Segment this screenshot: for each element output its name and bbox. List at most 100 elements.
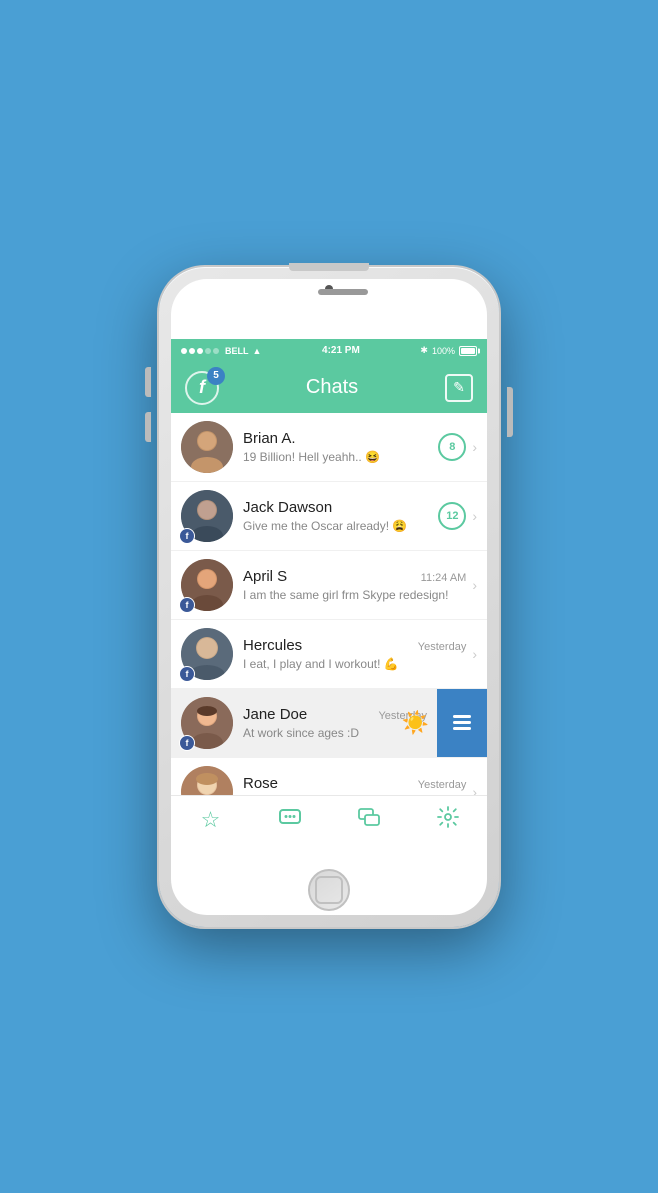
unread-badge-jack: 12 xyxy=(438,502,466,530)
chat-top-jack: Jack Dawson xyxy=(243,499,432,516)
chat-item-brian[interactable]: Brian A. 19 Billion! Hell yeahh.. 😆 8 › xyxy=(171,413,487,482)
sun-emoji-jane: ☀️ xyxy=(402,710,429,736)
avatar-rose xyxy=(181,766,233,795)
chevron-icon-april: › xyxy=(472,577,477,593)
chevron-icon-brian: › xyxy=(472,439,477,455)
app-title: Chats xyxy=(306,376,358,399)
avatar-wrap-april: f xyxy=(181,559,233,611)
notification-badge: 5 xyxy=(207,367,225,385)
chat-item-jack[interactable]: f Jack Dawson Give me the Oscar already!… xyxy=(171,482,487,551)
chat-icon xyxy=(279,809,301,832)
swipe-action-jane[interactable] xyxy=(437,689,487,757)
swipe-bar-1 xyxy=(453,715,471,718)
nav-item-chat[interactable] xyxy=(250,796,329,845)
chat-content-jack: Jack Dawson Give me the Oscar already! 😩 xyxy=(243,499,432,533)
avatar-svg-brian xyxy=(181,421,233,473)
chat-preview-april: I am the same girl frm Skype redesign! xyxy=(243,588,466,602)
chat-preview-brian: 19 Billion! Hell yeahh.. 😆 xyxy=(243,450,432,464)
wifi-icon: ▲ xyxy=(253,346,262,356)
chat-top-brian: Brian A. xyxy=(243,430,432,447)
facebook-icon[interactable]: f 5 xyxy=(185,371,219,405)
fb-badge-hercules: f xyxy=(179,666,195,682)
chat-name-hercules: Hercules xyxy=(243,637,302,654)
chat-content-april: April S 11:24 AM I am the same girl frm … xyxy=(243,568,466,602)
avatar-wrap-jane: f xyxy=(181,697,233,749)
volume-up-button[interactable] xyxy=(145,367,151,397)
chevron-icon-rose: › xyxy=(472,784,477,795)
fb-badge-jack: f xyxy=(179,528,195,544)
swipe-bar-2 xyxy=(453,721,471,724)
chat-item-april[interactable]: f April S 11:24 AM I am the same girl fr… xyxy=(171,551,487,620)
chat-top-jane: Jane Doe Yesterday xyxy=(243,706,427,723)
chat-content-rose: Rose Yesterday Jack, Come back!!! 💔 📺 xyxy=(243,775,466,795)
chat-time-hercules: Yesterday xyxy=(418,641,467,653)
avatar-wrap-jack: f xyxy=(181,490,233,542)
battery-percent: 100% xyxy=(432,346,455,356)
chat-name-jane: Jane Doe xyxy=(243,706,307,723)
chevron-icon-jack: › xyxy=(472,508,477,524)
chat-top-hercules: Hercules Yesterday xyxy=(243,637,466,654)
chat-item-hercules[interactable]: f Hercules Yesterday I eat, I play and I… xyxy=(171,620,487,689)
chat-content-hercules: Hercules Yesterday I eat, I play and I w… xyxy=(243,637,466,671)
signal-dot-3 xyxy=(197,348,203,354)
signal-icon xyxy=(181,348,219,354)
chat-top-rose: Rose Yesterday xyxy=(243,775,466,792)
settings-icon xyxy=(437,806,459,834)
chat-name-april: April S xyxy=(243,568,287,585)
compose-icon-glyph: ✎ xyxy=(453,379,465,396)
nav-item-settings[interactable] xyxy=(408,796,487,845)
fb-badge-april: f xyxy=(179,597,195,613)
chat-right-rose: › xyxy=(472,784,477,795)
avatar-wrap-brian xyxy=(181,421,233,473)
unread-badge-brian: 8 xyxy=(438,433,466,461)
chat-time-april: 11:24 AM xyxy=(421,572,467,584)
chat-preview-hercules: I eat, I play and I workout! 💪 xyxy=(243,657,466,671)
chat-right-jack: 12 › xyxy=(438,502,477,530)
swipe-bars-icon xyxy=(453,715,471,730)
status-time: 4:21 PM xyxy=(322,345,360,356)
bottom-navigation: ☆ xyxy=(171,795,487,845)
chat-time-rose: Yesterday xyxy=(418,779,467,791)
status-bar: BELL ▲ 4:21 PM ✱ 100% xyxy=(171,339,487,363)
avatar-wrap-hercules: f xyxy=(181,628,233,680)
bluetooth-icon: ✱ xyxy=(420,345,428,356)
app-header: f 5 Chats ✎ xyxy=(171,363,487,413)
app-screen: BELL ▲ 4:21 PM ✱ 100% f 5 Chats xyxy=(171,339,487,845)
chat-right-hercules: › xyxy=(472,646,477,662)
home-button[interactable] xyxy=(308,869,350,911)
chat-item-jane[interactable]: f Jane Doe Yesterday At work since ages … xyxy=(171,689,487,758)
fb-letter: f xyxy=(199,377,205,398)
battery-fill xyxy=(461,348,475,354)
groups-icon xyxy=(358,808,380,832)
home-button-inner xyxy=(315,876,343,904)
chat-right-april: › xyxy=(472,577,477,593)
phone-device: BELL ▲ 4:21 PM ✱ 100% f 5 Chats xyxy=(159,267,499,927)
nav-item-groups[interactable] xyxy=(329,796,408,845)
battery-icon xyxy=(459,346,477,356)
star-icon: ☆ xyxy=(201,807,221,833)
avatar-svg-rose xyxy=(181,766,233,795)
power-button[interactable] xyxy=(507,387,513,437)
fb-badge-jane: f xyxy=(179,735,195,751)
chat-item-rose[interactable]: f Rose Yesterday Jack, Come back!!! 💔 📺 … xyxy=(171,758,487,795)
avatar-brian xyxy=(181,421,233,473)
chat-right-brian: 8 › xyxy=(438,433,477,461)
carrier-label: BELL xyxy=(225,346,249,356)
nav-item-favorites[interactable]: ☆ xyxy=(171,796,250,845)
status-right: ✱ 100% xyxy=(420,345,477,356)
chat-content-jane: Jane Doe Yesterday At work since ages :D xyxy=(243,706,427,740)
chat-content-brian: Brian A. 19 Billion! Hell yeahh.. 😆 xyxy=(243,430,432,464)
chevron-icon-hercules: › xyxy=(472,646,477,662)
chat-name-brian: Brian A. xyxy=(243,430,296,447)
volume-down-button[interactable] xyxy=(145,412,151,442)
chat-top-april: April S 11:24 AM xyxy=(243,568,466,585)
compose-button[interactable]: ✎ xyxy=(445,374,473,402)
chat-preview-jack: Give me the Oscar already! 😩 xyxy=(243,519,432,533)
chat-preview-jane: At work since ages :D xyxy=(243,726,427,740)
avatar-wrap-rose: f xyxy=(181,766,233,795)
chat-list: Brian A. 19 Billion! Hell yeahh.. 😆 8 › xyxy=(171,413,487,795)
phone-top-bar xyxy=(289,263,369,271)
signal-dot-5 xyxy=(213,348,219,354)
signal-dot-2 xyxy=(189,348,195,354)
swipe-bar-3 xyxy=(453,727,471,730)
